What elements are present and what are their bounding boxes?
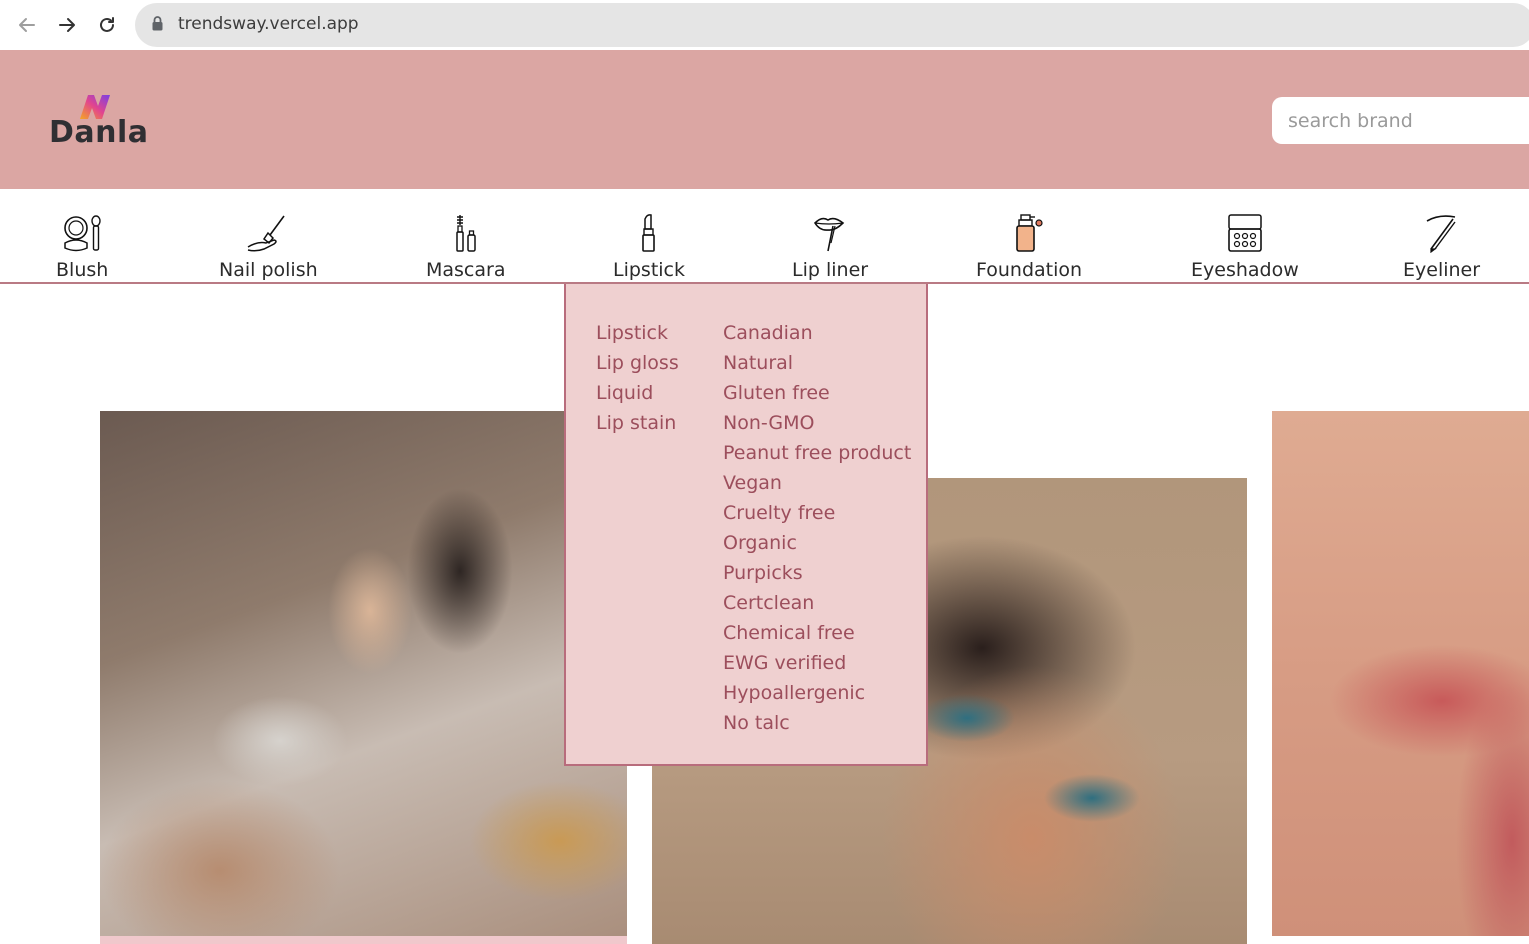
url-text[interactable]: trendsway.vercel.app — [178, 14, 359, 34]
dropdown-tag-organic[interactable]: Organic — [723, 528, 911, 558]
foundation-bottle-icon — [1016, 214, 1043, 252]
dropdown-tag-canadian[interactable]: Canadian — [723, 318, 911, 348]
lipstick-dropdown-menu: Lipstick Lip gloss Liquid Lip stain Cana… — [564, 284, 928, 766]
back-arrow-icon[interactable] — [11, 9, 43, 41]
product-tag-list: Canadian Natural Gluten free Non-GMO Pea… — [723, 318, 911, 738]
lipstick-icon — [642, 214, 655, 252]
dropdown-tag-vegan[interactable]: Vegan — [723, 468, 911, 498]
lip-liner-icon — [814, 217, 845, 252]
card-strip — [100, 936, 627, 944]
dropdown-item-lipstick[interactable]: Lipstick — [596, 318, 679, 348]
search-input[interactable] — [1272, 97, 1529, 144]
dropdown-tag-gluten-free[interactable]: Gluten free — [723, 378, 911, 408]
makeup-brushes-image — [100, 411, 627, 944]
category-lip-liner[interactable]: Lip liner — [792, 213, 868, 281]
dropdown-tag-purpicks[interactable]: Purpicks — [723, 558, 911, 588]
dropdown-tag-ewg-verified[interactable]: EWG verified — [723, 648, 911, 678]
blush-compact-icon — [64, 215, 101, 252]
reload-icon[interactable] — [91, 9, 123, 41]
category-label: Nail polish — [219, 259, 318, 281]
category-nail-polish[interactable]: Nail polish — [219, 213, 318, 281]
category-label: Foundation — [976, 259, 1083, 281]
mascara-icon — [455, 215, 476, 252]
lock-icon — [152, 16, 163, 36]
dropdown-tag-cruelty-free[interactable]: Cruelty free — [723, 498, 911, 528]
category-eyeshadow[interactable]: Eyeshadow — [1191, 213, 1299, 281]
category-label: Lip liner — [792, 259, 869, 281]
category-eyeliner[interactable]: Eyeliner — [1403, 213, 1480, 281]
nail-polish-icon — [247, 215, 285, 252]
category-nav: Blush Nail polish Mascara Lipstick Lip l… — [0, 189, 1529, 284]
product-type-list: Lipstick Lip gloss Liquid Lip stain — [596, 318, 679, 438]
category-label: Lipstick — [613, 259, 686, 281]
lips-closeup-image — [1272, 411, 1529, 936]
dropdown-item-lip-gloss[interactable]: Lip gloss — [596, 348, 679, 378]
logo-text[interactable]: Danla — [49, 115, 149, 150]
dropdown-tag-non-gmo[interactable]: Non-GMO — [723, 408, 911, 438]
category-mascara[interactable]: Mascara — [426, 213, 505, 281]
dropdown-tag-hypoallergenic[interactable]: Hypoallergenic — [723, 678, 911, 708]
dropdown-tag-natural[interactable]: Natural — [723, 348, 911, 378]
category-label: Mascara — [426, 259, 506, 281]
dropdown-item-lip-stain[interactable]: Lip stain — [596, 408, 679, 438]
category-label: Eyeshadow — [1191, 259, 1299, 281]
eyeliner-icon — [1426, 215, 1456, 253]
dropdown-item-liquid[interactable]: Liquid — [596, 378, 679, 408]
dropdown-tag-chemical-free[interactable]: Chemical free — [723, 618, 911, 648]
browser-toolbar: trendsway.vercel.app — [0, 0, 1529, 50]
category-blush[interactable]: Blush — [56, 213, 108, 281]
category-label: Eyeliner — [1403, 259, 1481, 281]
category-lipstick[interactable]: Lipstick — [613, 213, 685, 281]
eyeshadow-palette-icon — [1228, 214, 1262, 252]
forward-arrow-icon[interactable] — [51, 9, 83, 41]
dropdown-tag-peanut-free[interactable]: Peanut free product — [723, 438, 911, 468]
dropdown-tag-certclean[interactable]: Certclean — [723, 588, 911, 618]
dropdown-tag-no-talc[interactable]: No talc — [723, 708, 911, 738]
category-label: Blush — [56, 259, 109, 281]
category-foundation[interactable]: Foundation — [976, 213, 1082, 281]
